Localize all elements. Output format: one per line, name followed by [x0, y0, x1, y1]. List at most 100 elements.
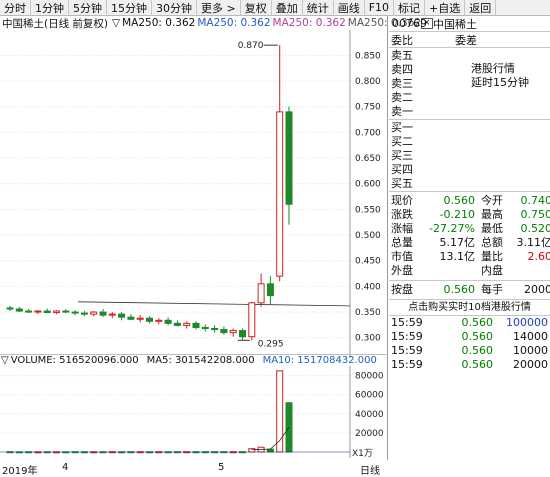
time-axis-may: 5 — [218, 462, 225, 473]
mark-button[interactable]: 标记 — [394, 0, 426, 16]
volume-tick-label: 40000 — [355, 410, 384, 420]
stats-row: 涨跌 -0.210 最高 0.750 — [391, 208, 550, 222]
candle-body — [43, 310, 51, 314]
candle-body — [211, 327, 219, 331]
volume-tick-label: 20000 — [355, 429, 384, 439]
candle-body — [155, 319, 163, 322]
order-ratio-label: 委比 — [391, 33, 413, 47]
candle-body — [229, 330, 237, 334]
candle-body — [285, 111, 293, 205]
volume-ma10: MA10: 151708432.000 — [262, 355, 377, 366]
volume-ma5: MA5: 301542208.000 — [146, 355, 255, 366]
trade-time: 15:59 — [391, 316, 423, 329]
chart-panel: 中国稀土(日线 前复权) ▽ MA250: 0.362 MA250: 0.362… — [0, 16, 433, 477]
chart-title: 中国稀土(日线 前复权) — [2, 17, 109, 30]
tab-1min[interactable]: 1分钟 — [31, 0, 69, 16]
stock-code: 00769 — [392, 17, 427, 30]
candle-body — [257, 283, 265, 304]
buy-book: 买一 买二 买三 买四 买五 — [389, 120, 550, 192]
indicator-dropdown-icon[interactable]: ▽ — [112, 17, 120, 29]
order-diff-label: 委差 — [455, 33, 477, 47]
volume-tick-label: 80000 — [355, 372, 384, 382]
volume-ma5-line — [251, 426, 290, 451]
volume-tick-label: 60000 — [355, 391, 384, 401]
stat-value: 5.17亿 — [439, 236, 476, 249]
f10-button[interactable]: F10 — [365, 0, 395, 16]
adjust-button[interactable]: 复权 — [241, 0, 272, 16]
buy-realtime-link[interactable]: 点击购买实时10档港股行情 — [389, 300, 550, 316]
legend-indicator: MA250: 0.362 — [122, 17, 196, 29]
more-periods-button[interactable]: 更多 > — [197, 0, 241, 16]
legend-ma-1: MA250: 0.362 — [197, 17, 271, 29]
price-tick-label: 0.650 — [355, 154, 381, 164]
stat-label: 今开 — [481, 194, 503, 207]
stat-label: 外盘 — [391, 264, 413, 277]
stat-value: 0.740 — [520, 194, 550, 207]
high-annotation: 0.870 — [238, 41, 264, 51]
draw-line-button[interactable]: 画线 — [334, 0, 365, 16]
buy-row: 买四 — [391, 163, 413, 176]
volume-bar — [276, 370, 284, 453]
tab-15min[interactable]: 15分钟 — [107, 0, 152, 16]
price-tick-label: 0.350 — [355, 308, 381, 318]
price-tick-label: 0.400 — [355, 282, 381, 292]
candle-body — [173, 322, 181, 326]
candle-body — [192, 322, 200, 328]
volume-chart[interactable]: 80000 60000 40000 20000 X1万 — [0, 366, 388, 458]
hk-delay-note: 港股行情 延时15分钟 — [471, 62, 529, 90]
time-axis-year: 2019年 — [2, 466, 38, 477]
candle-body — [136, 317, 144, 320]
stat-value: 0.520 — [520, 222, 550, 235]
add-watchlist-button[interactable]: +自选 — [425, 0, 466, 16]
candle-body — [53, 310, 60, 314]
stat-value — [504, 264, 550, 278]
volume-value: VOLUME: 516520096.000 — [10, 355, 139, 366]
candle-body — [220, 329, 228, 334]
buy-row: 买二 — [391, 135, 413, 148]
tab-intraday[interactable]: 分时 — [0, 0, 31, 16]
legend-ma-2: MA250: 0.362 — [272, 17, 346, 29]
candle-body — [80, 312, 88, 315]
candle-body — [239, 330, 246, 338]
candle-body — [276, 111, 284, 277]
price-chart[interactable]: 0.850 0.800 0.750 0.700 0.650 0.600 0.550 0.500… — [0, 30, 388, 358]
tab-30min[interactable]: 30分钟 — [152, 0, 197, 16]
lot-size-value: 2000 — [524, 283, 550, 296]
stats-row: 市值 13.1亿 量比 2.60 — [391, 250, 550, 264]
period-label[interactable]: 日线 — [360, 462, 380, 477]
lot-row: 按盘 0.560 每手 2000 — [389, 281, 550, 300]
buy-row: 买三 — [391, 149, 413, 162]
volume-dropdown-icon[interactable]: ▽ — [1, 355, 9, 366]
trade-price: 0.560 — [461, 330, 494, 343]
candle-body — [34, 310, 42, 313]
price-tick-label: 0.600 — [355, 180, 381, 190]
stat-label: 内盘 — [481, 264, 503, 277]
stat-value: 0.560 — [443, 194, 476, 207]
volume-legend: ▽ VOLUME: 516520096.000 MA5: 301542208.0… — [0, 354, 388, 366]
back-button[interactable]: 返回 — [465, 0, 497, 16]
candle-body — [127, 316, 135, 320]
stat-value: -0.210 — [439, 208, 475, 221]
trade-row: 15:59 0.560 20000 — [391, 358, 550, 372]
statistics-button[interactable]: 统计 — [303, 0, 334, 16]
price-tick-label: 0.500 — [355, 231, 381, 241]
quote-panel: 00769 中国稀土 委比 委差 卖五 卖四 卖三 卖二 卖一 港股行情 延时1… — [389, 16, 550, 460]
price-tick-label: 0.800 — [355, 77, 381, 87]
stats-row: 涨幅 -27.27% 最低 0.520 — [391, 222, 550, 236]
stock-header: 00769 中国稀土 — [389, 16, 550, 32]
candle-body — [248, 302, 256, 338]
trade-time: 15:59 — [391, 330, 423, 343]
sell-book: 卖五 卖四 卖三 卖二 卖一 港股行情 延时15分钟 — [389, 48, 550, 120]
stat-label: 市值 — [391, 250, 413, 263]
trade-price: 0.560 — [461, 358, 494, 371]
overlay-button[interactable]: 叠加 — [272, 0, 303, 16]
price-tick-label: 0.300 — [355, 334, 381, 344]
tab-5min[interactable]: 5分钟 — [69, 0, 107, 16]
buy-row: 买五 — [391, 177, 413, 190]
hk-note-line2: 延时15分钟 — [471, 76, 529, 89]
candle-body — [266, 283, 274, 297]
trade-time: 15:59 — [391, 358, 423, 371]
stock-name: 中国稀土 — [433, 17, 477, 31]
candle-body — [71, 311, 79, 314]
stats-row: 现价 0.560 今开 0.740 — [391, 194, 550, 208]
